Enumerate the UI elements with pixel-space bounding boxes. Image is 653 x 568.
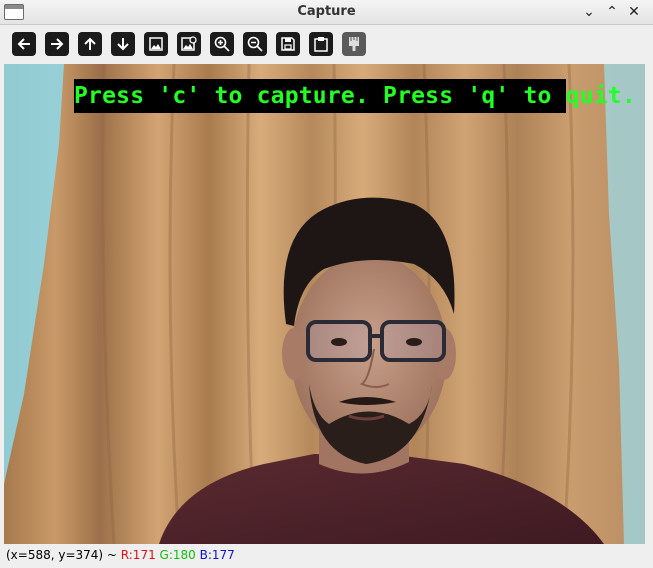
paintbrush-icon xyxy=(349,37,359,51)
window-title: Capture xyxy=(297,4,356,19)
vertical-scroll-track[interactable] xyxy=(645,64,653,544)
close-icon[interactable]: ✕ xyxy=(625,3,643,21)
save-icon xyxy=(281,37,295,51)
status-bar: (x=588, y=374) ~ R:171 G:180 B:177 xyxy=(0,544,653,568)
zoom-out-button[interactable] xyxy=(243,32,267,56)
toolbar xyxy=(0,26,653,64)
properties-button[interactable] xyxy=(342,32,366,56)
arrow-down-icon xyxy=(117,38,129,51)
zoom-out-icon xyxy=(247,36,263,52)
arrow-left-icon xyxy=(17,38,30,50)
arrow-up-icon xyxy=(84,37,96,50)
zoom-in-button[interactable] xyxy=(210,32,234,56)
clipboard-icon xyxy=(314,37,328,52)
minimize-icon[interactable]: ⌄ xyxy=(580,3,598,21)
pan-right-button[interactable] xyxy=(45,32,69,56)
arrow-right-icon xyxy=(51,38,64,50)
camera-frame-image xyxy=(4,64,645,544)
camera-image-view[interactable]: Press 'c' to capture. Press 'q' to quit. xyxy=(4,64,645,544)
title-bar: Capture ⌄ ⌃ ✕ xyxy=(0,0,653,25)
zoom-fit-button[interactable] xyxy=(177,32,201,56)
green-value: G:180 xyxy=(159,548,196,562)
image-icon xyxy=(149,37,163,51)
image-zoom-icon xyxy=(181,36,197,51)
pixel-coordinates: (x=588, y=374) ~ xyxy=(6,548,121,562)
zoom-in-icon xyxy=(214,36,230,52)
capture-instruction-text: Press 'c' to capture. Press 'q' to quit. xyxy=(74,79,636,113)
save-button[interactable] xyxy=(276,32,300,56)
pan-up-button[interactable] xyxy=(78,32,102,56)
red-value: R:171 xyxy=(120,548,156,562)
maximize-icon[interactable]: ⌃ xyxy=(603,3,621,21)
pan-down-button[interactable] xyxy=(111,32,135,56)
zoom-original-button[interactable] xyxy=(144,32,168,56)
copy-to-clipboard-button[interactable] xyxy=(309,32,333,56)
blue-value: B:177 xyxy=(199,548,235,562)
pan-left-button[interactable] xyxy=(12,32,36,56)
